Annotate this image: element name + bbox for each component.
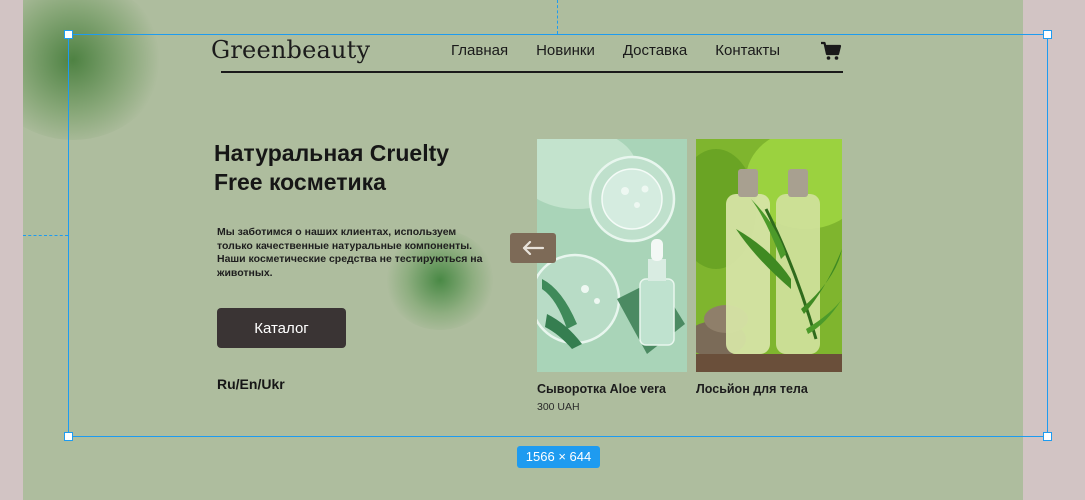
product-image-serum[interactable] [537, 139, 687, 372]
selection-size-badge: 1566 × 644 [517, 446, 600, 468]
nav-item-delivery[interactable]: Доставка [623, 42, 687, 59]
nav-item-new[interactable]: Новинки [536, 42, 595, 59]
brand-logo[interactable]: Greenbeauty [211, 36, 370, 64]
slider-prev-button[interactable] [510, 233, 556, 263]
header-divider [221, 71, 843, 73]
nav-item-home[interactable]: Главная [451, 42, 508, 59]
product-image-lotion[interactable] [696, 139, 842, 372]
vertical-guide [557, 0, 558, 34]
language-switcher[interactable]: Ru/En/Ukr [217, 376, 285, 392]
arrow-left-icon [522, 241, 545, 255]
resize-handle-top-right[interactable] [1043, 30, 1052, 39]
product-name-lotion[interactable]: Лосьйон для тела [696, 382, 808, 396]
hero-title: Натуральная Cruelty Free косметика [214, 140, 450, 195]
decorative-blur-top-left [23, 0, 163, 140]
resize-handle-bottom-left[interactable] [64, 432, 73, 441]
resize-handle-top-left[interactable] [64, 30, 73, 39]
horizontal-guide [23, 235, 68, 236]
product-price-serum: 300 UAH [537, 401, 580, 413]
nav-item-contacts[interactable]: Контакты [715, 42, 780, 59]
product-name-serum[interactable]: Сыворотка Aloe vera [537, 382, 666, 396]
catalog-button[interactable]: Каталог [217, 308, 346, 348]
shopping-cart-icon[interactable] [820, 40, 842, 62]
main-nav: Главная Новинки Доставка Контакты [451, 42, 808, 59]
resize-handle-bottom-right[interactable] [1043, 432, 1052, 441]
hero-description: Мы заботимся о наших клиентах, используе… [217, 226, 483, 279]
